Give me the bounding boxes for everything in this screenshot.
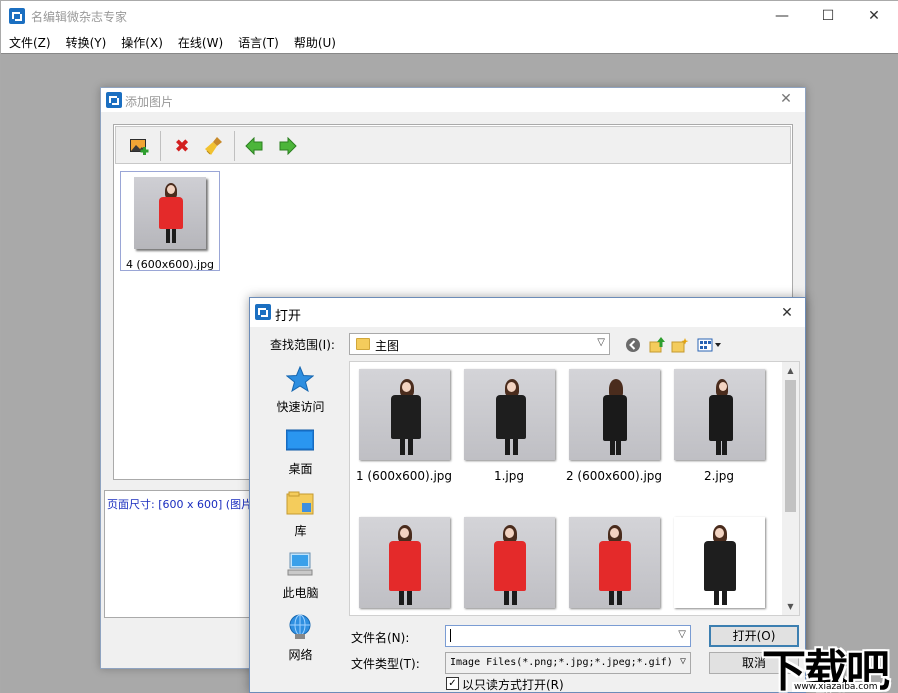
scrollbar-thumb[interactable] — [785, 380, 796, 512]
look-in-combo[interactable]: 主图 ▽ — [349, 333, 610, 355]
up-folder-button[interactable] — [648, 336, 666, 354]
filename-label: 文件名(N): — [351, 631, 410, 645]
watermark-url: www.xiazaiba.com — [792, 682, 880, 692]
file-thumbnail — [464, 369, 555, 460]
close-button[interactable]: ✕ — [851, 1, 897, 31]
filetype-select[interactable]: Image Files(*.png;*.jpg;*.jpeg;*.gif) ▽ — [445, 652, 691, 674]
file-item[interactable]: 2.jpg — [669, 364, 769, 484]
file-thumbnail — [464, 517, 555, 608]
menu-help[interactable]: 帮助(U) — [286, 31, 343, 53]
new-folder-button[interactable] — [671, 336, 689, 354]
look-in-label: 查找范围(I): — [270, 338, 335, 352]
add-image-icon[interactable] — [128, 135, 152, 157]
maximize-button[interactable]: ☐ — [805, 1, 851, 31]
network-icon — [286, 614, 314, 640]
menu-bar: 文件(Z) 转换(Y) 操作(X) 在线(W) 语言(T) 帮助(U) — [1, 31, 898, 53]
app-logo-icon — [9, 8, 25, 24]
add-dialog-close-button[interactable]: ✕ — [771, 85, 801, 113]
toolbar-separator — [160, 131, 161, 161]
image-toolbar: ✖ — [115, 126, 791, 164]
menu-online[interactable]: 在线(W) — [170, 31, 230, 53]
open-file-dialog: 打开 ✕ 查找范围(I): 主图 ▽ 快速访问 桌面 库 此电脑 网络 1 (6… — [249, 297, 806, 693]
file-name: 2 (600x600).jpg — [565, 469, 663, 483]
open-dialog-titlebar[interactable]: 打开 ✕ — [250, 298, 805, 327]
desktop-icon — [285, 428, 315, 454]
main-titlebar[interactable]: 名编辑微杂志专家 — ☐ ✕ — [1, 1, 898, 31]
menu-operate[interactable]: 操作(X) — [113, 31, 170, 53]
file-item[interactable] — [354, 512, 454, 615]
file-thumbnail — [674, 517, 765, 608]
chevron-down-icon[interactable]: ▽ — [680, 656, 686, 667]
file-list-scrollbar[interactable]: ▲ ▼ — [782, 362, 799, 615]
menu-convert[interactable]: 转换(Y) — [58, 31, 114, 53]
file-thumbnail — [569, 517, 660, 608]
file-name: 1 (600x600).jpg — [355, 469, 453, 483]
file-name: 1.jpg — [493, 469, 525, 483]
place-desktop[interactable]: 桌面 — [262, 424, 339, 482]
arrow-right-icon[interactable] — [276, 135, 300, 157]
library-icon — [286, 490, 314, 516]
computer-icon — [286, 552, 314, 578]
file-item[interactable]: 1.jpg — [459, 364, 559, 484]
minimize-button[interactable]: — — [759, 1, 805, 31]
add-dialog-titlebar[interactable]: 添加图片 ✕ — [101, 88, 805, 112]
file-thumbnail — [674, 369, 765, 460]
add-dialog-title: 添加图片 — [125, 95, 174, 109]
file-thumbnail — [569, 369, 660, 460]
readonly-label: 以只读方式打开(R) — [462, 678, 564, 692]
file-name: 2.jpg — [703, 469, 735, 483]
file-item[interactable] — [564, 512, 664, 615]
scroll-up-icon[interactable]: ▲ — [782, 362, 799, 379]
star-icon — [285, 365, 315, 393]
delete-icon[interactable]: ✖ — [170, 135, 194, 157]
file-list: 1 (600x600).jpg 1.jpg 2 (600x600).jpg 2.… — [349, 361, 800, 616]
watermark-logo: 下载吧 www.xiazaiba.com — [762, 635, 898, 693]
menu-file[interactable]: 文件(Z) — [1, 31, 58, 53]
place-library[interactable]: 库 — [262, 486, 339, 544]
file-item[interactable]: 2 (600x600).jpg — [564, 364, 664, 484]
app-logo-icon — [255, 304, 271, 320]
main-window-title: 名编辑微杂志专家 — [31, 10, 128, 24]
broom-icon[interactable] — [202, 135, 226, 157]
file-item[interactable]: 1 (600x600).jpg — [354, 364, 454, 484]
place-label: 网络 — [288, 648, 313, 662]
place-quick-access[interactable]: 快速访问 — [262, 362, 339, 420]
place-this-pc[interactable]: 此电脑 — [262, 548, 339, 606]
scroll-down-icon[interactable]: ▼ — [782, 598, 799, 615]
model-figure — [156, 183, 186, 245]
selected-image-thumbnail — [134, 177, 206, 249]
file-item[interactable] — [669, 512, 769, 615]
place-label: 快速访问 — [276, 400, 325, 414]
page-size-label: 页面尺寸: [600 x 600] (图片 — [107, 498, 253, 511]
place-label: 桌面 — [288, 462, 313, 476]
app-logo-icon — [106, 92, 122, 108]
chevron-down-icon: ▽ — [597, 337, 605, 348]
place-network[interactable]: 网络 — [262, 610, 339, 668]
places-bar: 快速访问 桌面 库 此电脑 网络 — [262, 362, 339, 664]
menu-language[interactable]: 语言(T) — [230, 31, 286, 53]
selected-image-item[interactable]: 4 (600x600).jpg — [120, 171, 220, 271]
place-label: 库 — [294, 524, 307, 538]
filename-input[interactable]: ▽ — [445, 625, 691, 647]
toolbar-separator — [234, 131, 235, 161]
filetype-label: 文件类型(T): — [351, 657, 420, 671]
open-dialog-close-button[interactable]: ✕ — [772, 298, 802, 327]
selected-image-caption: 4 (600x600).jpg — [125, 258, 215, 271]
folder-icon — [356, 338, 370, 350]
place-label: 此电脑 — [282, 586, 319, 600]
readonly-checkbox[interactable]: ✓ — [446, 677, 459, 690]
file-thumbnail — [359, 369, 450, 460]
file-thumbnail — [359, 517, 450, 608]
view-menu-button[interactable] — [696, 336, 724, 354]
look-in-value: 主图 — [375, 339, 400, 353]
page-size-value: [600 x 600] — [158, 498, 223, 511]
back-button[interactable] — [624, 336, 642, 354]
arrow-left-icon[interactable] — [242, 135, 266, 157]
chevron-down-icon[interactable]: ▽ — [678, 629, 686, 640]
open-dialog-title: 打开 — [275, 309, 302, 324]
file-item[interactable] — [459, 512, 559, 615]
